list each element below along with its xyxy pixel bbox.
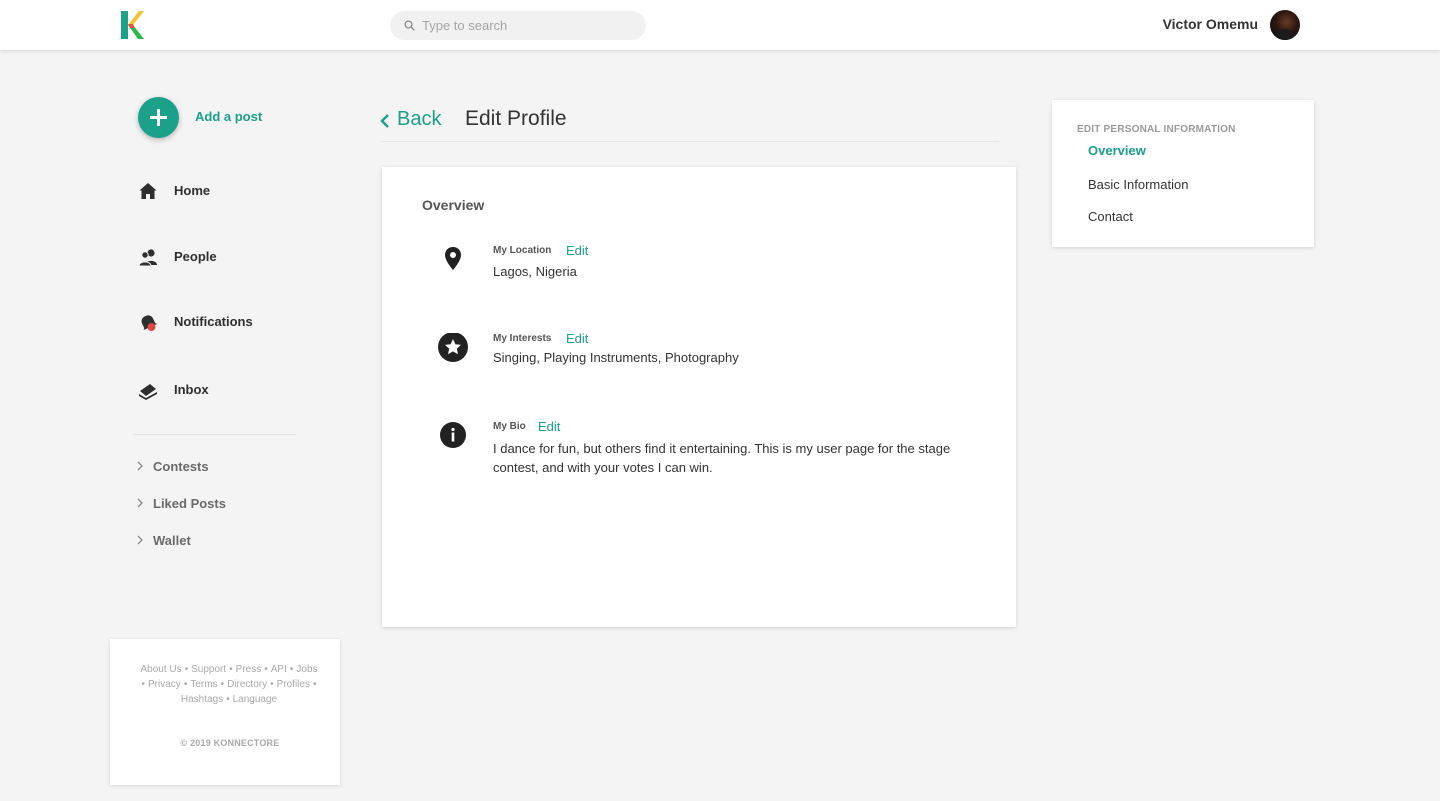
top-bar: Victor Omemu xyxy=(0,0,1440,50)
add-post-icon[interactable] xyxy=(138,97,179,138)
sidebar-item-wallet[interactable]: Wallet xyxy=(136,531,296,551)
edit-personal-info-panel: EDIT PERSONAL INFORMATION Overview Basic… xyxy=(1052,100,1314,247)
footer-link-language[interactable]: Language xyxy=(233,694,278,705)
avatar[interactable] xyxy=(1270,10,1300,40)
footer-link-support[interactable]: Support xyxy=(191,664,226,675)
sidebar-item-label: People xyxy=(174,249,217,264)
chevron-left-icon xyxy=(380,114,389,128)
card-heading: Overview xyxy=(422,197,485,213)
page-title: Edit Profile xyxy=(465,107,567,130)
sidebar-item-inbox[interactable]: Inbox xyxy=(138,378,318,402)
user-name[interactable]: Victor Omemu xyxy=(1163,16,1258,32)
footer-card: About Us • Support • Press • API • Jobs • Privacy •… xyxy=(110,639,340,785)
sidebar-item-label: Home xyxy=(174,183,211,198)
panel-item-contact[interactable]: Contact xyxy=(1088,209,1133,224)
interests-value: Singing, Playing Instruments, Photograph… xyxy=(493,350,739,365)
sidebar-item-people[interactable]: People xyxy=(138,245,318,269)
overview-card: Overview My Location Edit Lagos, Nigeria… xyxy=(382,167,1016,627)
sidebar-item-label: Wallet xyxy=(153,533,191,548)
inbox-icon xyxy=(139,384,157,400)
title-divider xyxy=(380,141,999,142)
footer-link-privacy[interactable]: Privacy xyxy=(148,679,181,690)
sidebar-item-contests[interactable]: Contests xyxy=(136,457,296,477)
info-icon xyxy=(440,422,466,448)
footer-link-about-us[interactable]: About Us xyxy=(140,664,181,675)
location-value: Lagos, Nigeria xyxy=(493,264,577,279)
search-icon xyxy=(404,20,415,31)
konnectore-logo-icon[interactable] xyxy=(120,10,144,40)
sidebar-item-notifications[interactable]: Notifications xyxy=(138,310,318,334)
location-edit-link[interactable]: Edit xyxy=(566,243,588,258)
bio-label: My Bio xyxy=(493,421,526,432)
panel-heading: EDIT PERSONAL INFORMATION xyxy=(1077,124,1236,135)
star-icon xyxy=(438,333,468,362)
search-bar[interactable] xyxy=(390,11,646,40)
interests-label: My Interests xyxy=(493,333,552,344)
sidebar-item-label: Liked Posts xyxy=(153,496,226,511)
bio-edit-link[interactable]: Edit xyxy=(538,419,560,434)
sidebar-divider xyxy=(133,434,296,435)
copyright: © 2019 KONNECTORE xyxy=(180,738,280,748)
location-pin-icon xyxy=(445,247,461,270)
add-post-label[interactable]: Add a post xyxy=(195,109,262,124)
footer-link-profiles[interactable]: Profiles xyxy=(277,679,310,690)
sidebar-item-home[interactable]: Home xyxy=(138,179,318,203)
panel-item-basic-information[interactable]: Basic Information xyxy=(1088,177,1188,192)
footer-link-press[interactable]: Press xyxy=(236,664,262,675)
add-post-button[interactable]: Add a post xyxy=(138,97,338,139)
sidebar-item-label: Notifications xyxy=(174,314,253,329)
chevron-right-icon xyxy=(137,461,143,471)
search-input[interactable] xyxy=(422,11,632,40)
back-label[interactable]: Back xyxy=(397,108,441,131)
panel-item-overview[interactable]: Overview xyxy=(1088,143,1146,158)
location-label: My Location xyxy=(493,245,552,256)
home-icon xyxy=(139,183,157,199)
footer-link-terms[interactable]: Terms xyxy=(190,679,217,690)
chevron-right-icon xyxy=(137,498,143,508)
people-icon xyxy=(138,249,157,267)
footer-link-directory[interactable]: Directory xyxy=(227,679,267,690)
interests-edit-link[interactable]: Edit xyxy=(566,331,588,346)
sidebar-item-label: Contests xyxy=(153,459,209,474)
notifications-icon xyxy=(141,315,158,331)
bio-value: I dance for fun, but others find it ente… xyxy=(493,441,951,475)
footer-link-hashtags[interactable]: Hashtags xyxy=(181,694,223,705)
footer-link-api[interactable]: API xyxy=(271,664,287,675)
chevron-right-icon xyxy=(137,535,143,545)
sidebar-item-liked-posts[interactable]: Liked Posts xyxy=(136,494,296,514)
footer-link-jobs[interactable]: Jobs xyxy=(296,664,317,675)
footer-links: About Us • Support • Press • API • Jobs • Privacy •… xyxy=(140,664,318,705)
sidebar-item-label: Inbox xyxy=(174,382,209,397)
